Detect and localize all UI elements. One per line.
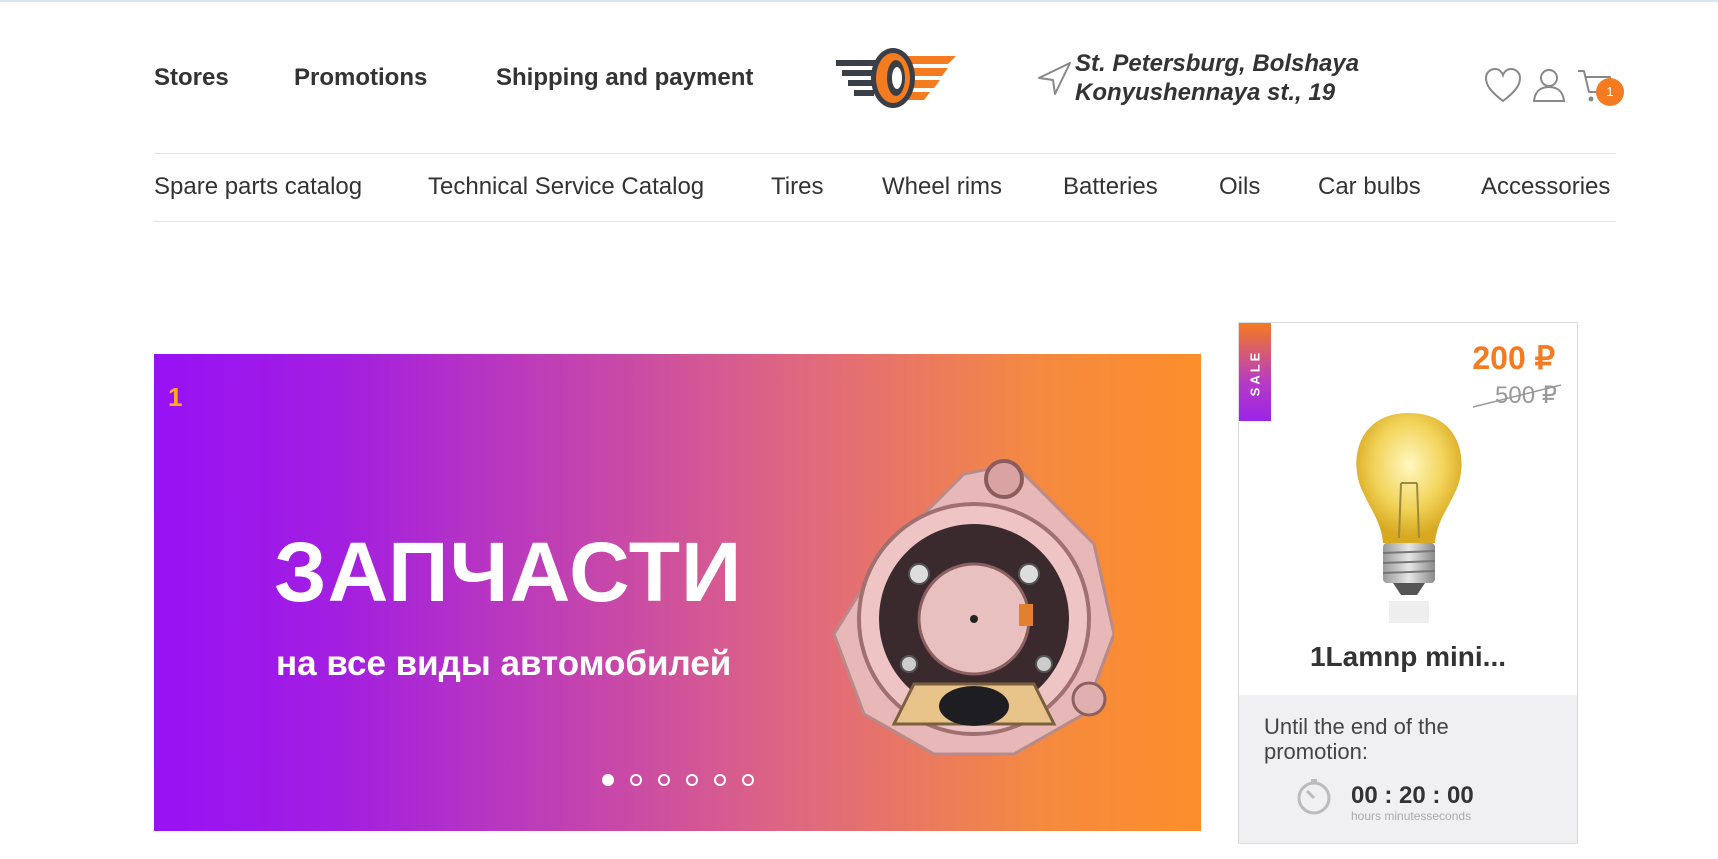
sale-tag-label: SALE <box>1247 349 1263 397</box>
alternator-image <box>832 459 1114 756</box>
price-new: 200 ₽ <box>1472 340 1555 376</box>
menu-divider-bottom <box>154 221 1616 222</box>
catalog-batteries[interactable]: Batteries <box>1063 173 1158 201</box>
slider-dot-1[interactable] <box>601 774 614 786</box>
timer-value: 00 : 20 : 00 <box>1351 782 1474 809</box>
catalog-tires[interactable]: Tires <box>771 173 823 201</box>
stopwatch-icon <box>1297 779 1331 815</box>
nav-promotions[interactable]: Promotions <box>294 64 427 92</box>
light-bulb-image <box>1356 413 1462 623</box>
catalog-oils[interactable]: Oils <box>1219 173 1260 201</box>
address-line-2: Konyushennaya st., 19 <box>1075 79 1336 106</box>
store-address[interactable]: St. Petersburg, Bolshaya Konyushennaya s… <box>1075 49 1395 107</box>
catalog-wheel-rims[interactable]: Wheel rims <box>882 173 1002 201</box>
slider-dot-3[interactable] <box>657 774 670 786</box>
user-icon[interactable] <box>1530 67 1568 105</box>
slider-dot-4[interactable] <box>685 774 698 786</box>
nav-stores[interactable]: Stores <box>154 64 229 92</box>
top-border <box>0 0 1718 2</box>
logo-icon[interactable] <box>836 46 956 110</box>
product-name[interactable]: 1Lamnp mini... <box>1239 641 1577 673</box>
nav-shipping-payment[interactable]: Shipping and payment <box>496 64 753 92</box>
catalog-car-bulbs[interactable]: Car bulbs <box>1318 173 1421 201</box>
price-strike-line <box>1473 384 1561 408</box>
slider-dots <box>154 774 1201 786</box>
slider-dot-5[interactable] <box>713 774 726 786</box>
address-line-1: St. Petersburg, Bolshaya <box>1075 50 1360 77</box>
cart-count-badge[interactable]: 1 <box>1596 78 1624 106</box>
slide-subtitle: на все виды автомобилей <box>276 644 732 683</box>
catalog-spare-parts[interactable]: Spare parts catalog <box>154 173 362 201</box>
sale-tag: SALE <box>1239 323 1271 421</box>
slider-dot-6[interactable] <box>741 774 754 786</box>
menu-divider-top <box>154 153 1616 154</box>
catalog-technical-service[interactable]: Technical Service Catalog <box>428 173 704 201</box>
slider-dot-2[interactable] <box>629 774 642 786</box>
heart-icon[interactable] <box>1484 67 1522 105</box>
timer-label: Until the end of the promotion: <box>1264 714 1449 764</box>
catalog-accessories[interactable]: Accessories <box>1481 173 1610 201</box>
location-arrow-icon <box>1038 62 1071 95</box>
promo-banner-slider[interactable]: 1 ЗАПЧАСТИ на все виды автомобилей <box>154 354 1201 831</box>
timer-units: hours minutesseconds <box>1351 809 1472 823</box>
slide-number: 1 <box>168 382 183 412</box>
slide-title: ЗАПЧАСТИ <box>274 525 743 619</box>
